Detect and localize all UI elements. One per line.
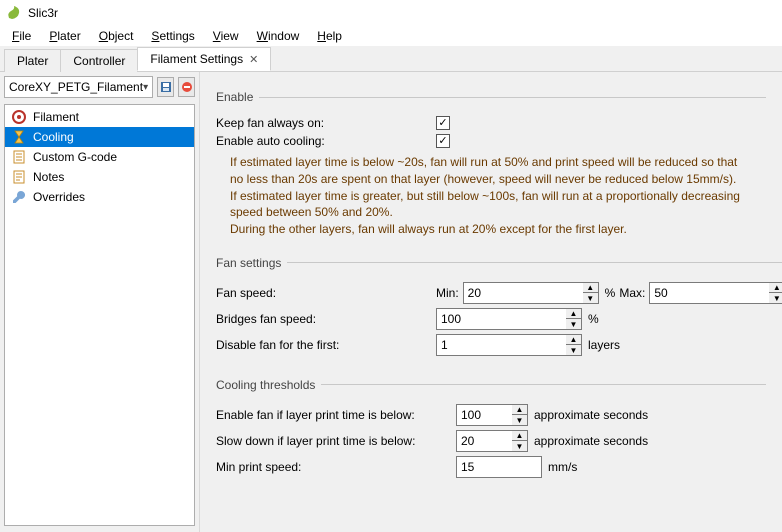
bridges-fan-unit: % — [588, 312, 599, 326]
tree-item-notes[interactable]: Notes — [5, 167, 194, 187]
menubar: File Plater Object Settings View Window … — [0, 26, 782, 46]
preset-select[interactable]: CoreXY_PETG_Filament ▾ — [4, 76, 153, 98]
auto-cooling-label: Enable auto cooling: — [216, 134, 436, 148]
spin-up-icon[interactable]: ▲ — [583, 283, 598, 294]
note-icon — [11, 149, 27, 165]
menu-object[interactable]: Object — [91, 27, 142, 45]
keep-fan-label: Keep fan always on: — [216, 116, 436, 130]
chevron-down-icon: ▾ — [143, 82, 148, 93]
slow-threshold-unit: approximate seconds — [534, 434, 648, 448]
tree-item-label: Overrides — [33, 190, 85, 204]
enable-fan-threshold-unit: approximate seconds — [534, 408, 648, 422]
fan-min-unit: % — [605, 286, 616, 300]
enable-fan-threshold-input[interactable] — [456, 404, 512, 426]
fan-speed-label: Fan speed: — [216, 286, 436, 300]
spin-up-icon[interactable]: ▲ — [769, 283, 782, 294]
auto-cooling-checkbox[interactable] — [436, 134, 450, 148]
min-label: Min: — [436, 286, 459, 300]
delete-preset-button[interactable] — [178, 77, 195, 97]
spin-down-icon[interactable]: ▼ — [583, 293, 598, 303]
disable-first-input[interactable] — [436, 334, 566, 356]
min-print-speed-label: Min print speed: — [216, 460, 456, 474]
cooling-thresholds-legend: Cooling thresholds — [216, 378, 321, 392]
enable-legend: Enable — [216, 90, 259, 104]
tab-filament-label: Filament Settings — [150, 52, 243, 66]
tree-item-label: Custom G-code — [33, 150, 117, 164]
menu-help[interactable]: Help — [309, 27, 350, 45]
bridges-fan-label: Bridges fan speed: — [216, 312, 436, 326]
fan-max-input[interactable] — [649, 282, 769, 304]
spin-down-icon[interactable]: ▼ — [769, 293, 782, 303]
hourglass-icon — [11, 129, 27, 145]
tab-filament-settings[interactable]: Filament Settings ✕ — [137, 47, 271, 71]
spin-down-icon[interactable]: ▼ — [512, 415, 527, 425]
tree-item-filament[interactable]: Filament — [5, 107, 194, 127]
tab-plater-label: Plater — [17, 54, 48, 68]
max-label: Max: — [619, 286, 645, 300]
spin-up-icon[interactable]: ▲ — [512, 405, 527, 416]
tab-plater[interactable]: Plater — [4, 49, 61, 72]
enable-fan-threshold-label: Enable fan if layer print time is below: — [216, 408, 456, 422]
preset-name: CoreXY_PETG_Filament — [9, 80, 143, 94]
spool-icon — [11, 109, 27, 125]
spin-up-icon[interactable]: ▲ — [512, 431, 527, 442]
cooling-description-2: If estimated layer time is greater, but … — [230, 188, 750, 222]
menu-file[interactable]: File — [4, 27, 39, 45]
tree-item-cooling[interactable]: Cooling — [5, 127, 194, 147]
spin-down-icon[interactable]: ▼ — [512, 441, 527, 451]
min-print-speed-input[interactable] — [456, 456, 542, 478]
save-preset-button[interactable] — [157, 77, 174, 97]
tree-item-label: Filament — [33, 110, 79, 124]
app-icon — [6, 5, 22, 21]
wrench-icon — [11, 189, 27, 205]
slow-threshold-input[interactable] — [456, 430, 512, 452]
content: Enable Keep fan always on: Enable auto c… — [200, 72, 782, 532]
cooling-description-1: If estimated layer time is below ~20s, f… — [230, 154, 750, 188]
tree-item-overrides[interactable]: Overrides — [5, 187, 194, 207]
titlebar: Slic3r — [0, 0, 782, 26]
notes-icon — [11, 169, 27, 185]
sidebar: CoreXY_PETG_Filament ▾ Filament Cooling … — [0, 72, 200, 532]
tree-item-label: Cooling — [33, 130, 74, 144]
tab-controller[interactable]: Controller — [60, 49, 138, 72]
menu-view[interactable]: View — [205, 27, 247, 45]
tree-item-gcode[interactable]: Custom G-code — [5, 147, 194, 167]
enable-group: Enable Keep fan always on: Enable auto c… — [216, 90, 766, 238]
spin-down-icon[interactable]: ▼ — [566, 345, 581, 355]
fan-settings-legend: Fan settings — [216, 256, 287, 270]
fan-settings-group: Fan settings Fan speed: Min: ▲▼ % Max: ▲… — [216, 256, 782, 360]
min-print-speed-unit: mm/s — [548, 460, 577, 474]
menu-window[interactable]: Window — [249, 27, 308, 45]
app-title: Slic3r — [28, 6, 58, 20]
disable-first-label: Disable fan for the first: — [216, 338, 436, 352]
tabbar: Plater Controller Filament Settings ✕ — [0, 46, 782, 72]
spin-down-icon[interactable]: ▼ — [566, 319, 581, 329]
spin-up-icon[interactable]: ▲ — [566, 335, 581, 346]
close-icon[interactable]: ✕ — [249, 53, 258, 66]
tree-item-label: Notes — [33, 170, 64, 184]
menu-plater[interactable]: Plater — [41, 27, 88, 45]
bridges-fan-input[interactable] — [436, 308, 566, 330]
keep-fan-checkbox[interactable] — [436, 116, 450, 130]
disable-first-unit: layers — [588, 338, 620, 352]
settings-tree: Filament Cooling Custom G-code Notes Ove… — [4, 104, 195, 526]
spin-up-icon[interactable]: ▲ — [566, 309, 581, 320]
cooling-description-3: During the other layers, fan will always… — [230, 221, 750, 238]
fan-min-input[interactable] — [463, 282, 583, 304]
menu-settings[interactable]: Settings — [143, 27, 202, 45]
cooling-thresholds-group: Cooling thresholds Enable fan if layer p… — [216, 378, 766, 482]
slow-threshold-label: Slow down if layer print time is below: — [216, 434, 456, 448]
tab-controller-label: Controller — [73, 54, 125, 68]
